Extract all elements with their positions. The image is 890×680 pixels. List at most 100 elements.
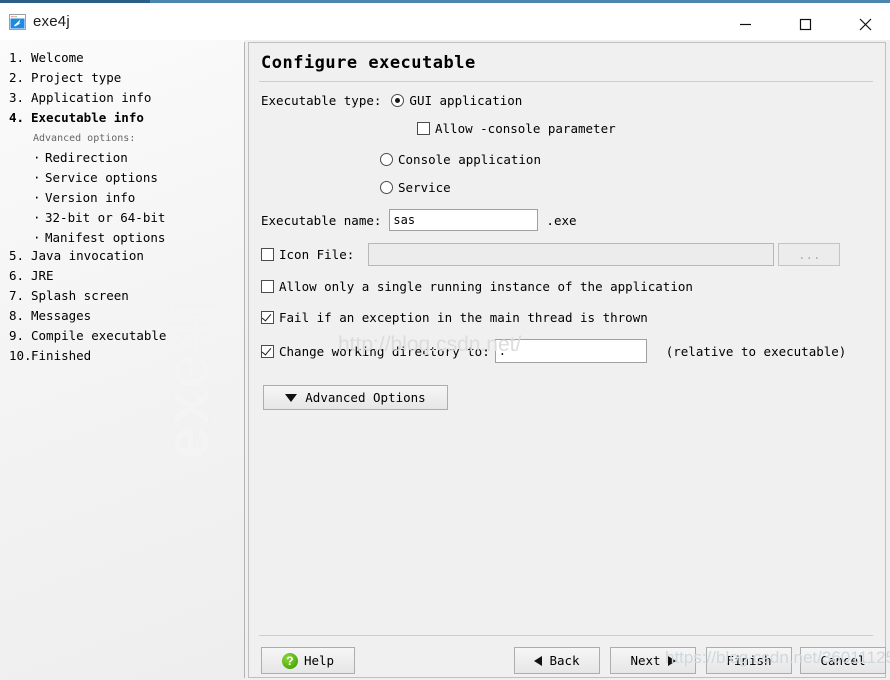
- wizard-steps-sidebar: 1. Welcome 2. Project type 3. Applicatio…: [0, 40, 245, 680]
- single-instance-label: Allow only a single running instance of …: [279, 279, 693, 294]
- bullet-icon: ·: [33, 170, 41, 185]
- finish-button[interactable]: Finish: [706, 647, 792, 674]
- exe4j-window-icon: [9, 14, 26, 30]
- sub-item-label: Redirection: [45, 150, 128, 165]
- sidebar-item-jre[interactable]: 6. JRE: [0, 268, 245, 288]
- fail-on-exception-label: Fail if an exception in the main thread …: [279, 310, 648, 325]
- minimize-icon[interactable]: [722, 6, 768, 43]
- sidebar-item-redirection[interactable]: · Redirection: [0, 148, 245, 168]
- working-directory-row: Change working directory to: . (relative…: [261, 339, 846, 363]
- radio-service-label: Service: [398, 180, 451, 195]
- bullet-icon: ·: [33, 210, 41, 225]
- icon-file-label: Icon File:: [279, 247, 355, 262]
- sidebar-divider: [244, 42, 245, 678]
- step-number: 1.: [9, 50, 25, 65]
- step-number: 7.: [9, 288, 25, 303]
- close-icon[interactable]: [842, 6, 888, 43]
- sub-item-label: Manifest options: [45, 230, 166, 245]
- working-directory-hint: (relative to executable): [665, 343, 847, 359]
- radio-console-application[interactable]: [380, 153, 393, 166]
- working-directory-label: Change working directory to:: [279, 343, 490, 359]
- sidebar-item-manifest-options[interactable]: · Manifest options: [0, 228, 245, 248]
- step-label: Project type: [31, 70, 122, 85]
- chevron-right-icon: [667, 655, 676, 666]
- checkbox-change-working-directory[interactable]: [261, 344, 274, 358]
- sidebar-item-service-options[interactable]: · Service options: [0, 168, 245, 188]
- help-button[interactable]: ? Help: [261, 647, 355, 674]
- sub-item-label: 32-bit or 64-bit: [45, 210, 166, 225]
- allow-console-parameter-row: Allow -console parameter: [417, 121, 616, 136]
- green-question-mark-icon: ?: [281, 652, 298, 669]
- sub-item-label: Version info: [45, 190, 136, 205]
- radio-console-application-label: Console application: [398, 152, 541, 167]
- executable-type-row: Executable type: GUI application: [261, 93, 522, 108]
- back-button-label: Back: [549, 653, 580, 668]
- checkbox-allow-console-parameter[interactable]: [417, 122, 430, 135]
- sidebar-item-welcome[interactable]: 1. Welcome: [0, 50, 245, 70]
- console-application-row: Console application: [380, 152, 541, 167]
- sidebar-item-compile-executable[interactable]: 9. Compile executable: [0, 328, 245, 348]
- step-label: Welcome: [31, 50, 84, 65]
- step-number: 3.: [9, 90, 25, 105]
- step-label: Executable info: [31, 110, 144, 125]
- step-number: 2.: [9, 70, 25, 85]
- step-label: Finished: [31, 348, 92, 363]
- page-title: Configure executable: [261, 53, 476, 73]
- step-label: Application info: [31, 90, 152, 105]
- sidebar-item-application-info[interactable]: 3. Application info: [0, 90, 245, 110]
- checkbox-icon-file[interactable]: [261, 248, 274, 261]
- step-number: 5.: [9, 248, 25, 263]
- fail-on-exception-row: Fail if an exception in the main thread …: [261, 310, 648, 325]
- window-title: exe4j: [33, 13, 70, 30]
- step-label: JRE: [31, 268, 54, 283]
- radio-service[interactable]: [380, 181, 393, 194]
- title-bar[interactable]: exe4j: [0, 3, 890, 40]
- executable-type-label: Executable type:: [261, 93, 382, 108]
- sidebar-item-java-invocation[interactable]: 5. Java invocation: [0, 248, 245, 268]
- maximize-icon[interactable]: [782, 6, 828, 43]
- sidebar-item-project-type[interactable]: 2. Project type: [0, 70, 245, 90]
- next-button[interactable]: Next: [610, 647, 696, 674]
- step-label: Compile executable: [31, 328, 167, 343]
- bullet-icon: ·: [33, 150, 41, 165]
- advanced-options-button[interactable]: Advanced Options: [263, 385, 448, 410]
- sidebar-item-splash-screen[interactable]: 7. Splash screen: [0, 288, 245, 308]
- step-number: 9.: [9, 328, 25, 343]
- back-button[interactable]: Back: [514, 647, 600, 674]
- step-number: 4.: [9, 110, 25, 125]
- sidebar-item-bitness[interactable]: · 32-bit or 64-bit: [0, 208, 245, 228]
- exe4j-wizard-window: exe4j 1. Welcome 2. Project type 3. Appl…: [0, 0, 890, 680]
- advanced-options-button-label: Advanced Options: [305, 390, 426, 405]
- radio-gui-application[interactable]: [391, 94, 405, 107]
- step-number: 6.: [9, 268, 25, 283]
- title-separator: [259, 81, 873, 82]
- step-label: Splash screen: [31, 288, 129, 303]
- icon-file-browse-button[interactable]: ...: [778, 243, 841, 266]
- radio-gui-application-label: GUI application: [409, 93, 523, 108]
- chevron-left-icon: [534, 655, 543, 666]
- executable-name-label: Executable name:: [261, 212, 382, 228]
- help-button-label: Help: [303, 653, 335, 668]
- executable-extension-label: .exe: [546, 212, 577, 228]
- footer-separator: [259, 635, 873, 636]
- configure-executable-panel: Configure executable Executable type: GU…: [248, 42, 886, 678]
- icon-file-input[interactable]: [368, 243, 775, 266]
- checkbox-single-instance[interactable]: [261, 280, 274, 293]
- icon-file-row: Icon File: ...: [261, 243, 841, 266]
- working-directory-input[interactable]: .: [494, 339, 647, 363]
- step-label: Messages: [31, 308, 92, 323]
- checkbox-fail-on-exception[interactable]: [261, 311, 274, 324]
- cancel-button[interactable]: Cancel: [800, 647, 886, 674]
- single-instance-row: Allow only a single running instance of …: [261, 279, 693, 294]
- bullet-icon: ·: [33, 230, 41, 245]
- step-label: Java invocation: [31, 248, 144, 263]
- sidebar-item-executable-info[interactable]: 4. Executable info: [0, 110, 245, 130]
- step-number: 8.: [9, 308, 25, 323]
- next-button-label: Next: [630, 653, 661, 668]
- sidebar-item-messages[interactable]: 8. Messages: [0, 308, 245, 328]
- executable-name-row: Executable name: sas .exe: [261, 209, 577, 231]
- executable-name-input[interactable]: sas: [389, 209, 539, 231]
- sidebar-item-version-info[interactable]: · Version info: [0, 188, 245, 208]
- bullet-icon: ·: [33, 190, 41, 205]
- sidebar-item-finished[interactable]: 10. Finished: [0, 348, 245, 368]
